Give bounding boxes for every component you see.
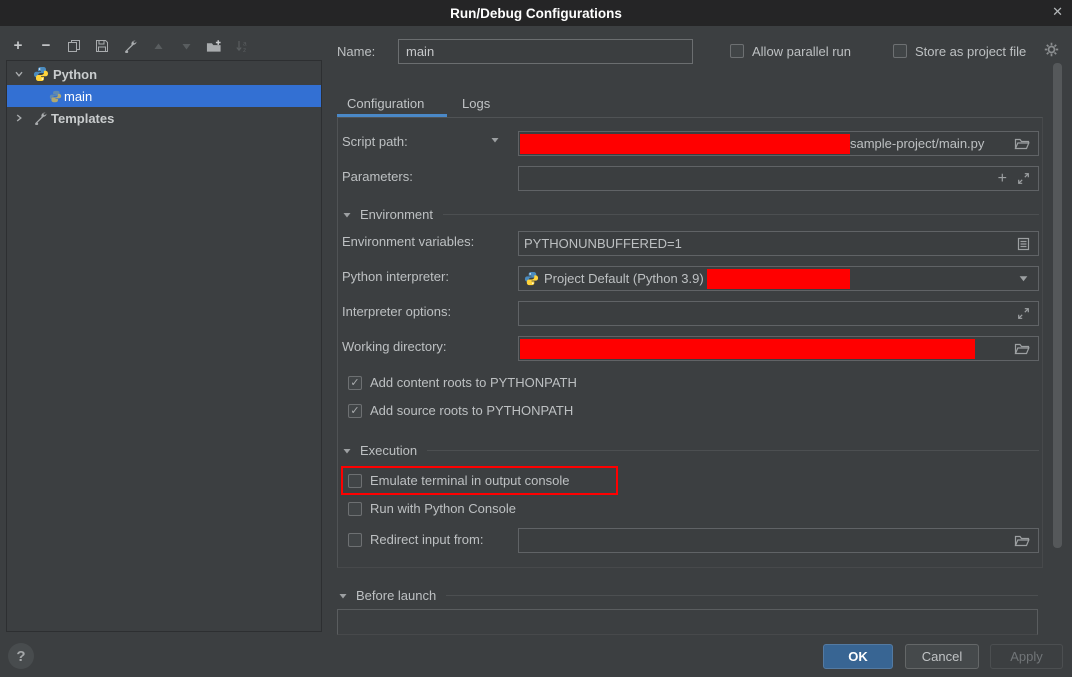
environment-section-header: Environment: [342, 207, 1039, 222]
folder-icon[interactable]: [1014, 342, 1030, 355]
allow-parallel-run-label: Allow parallel run: [752, 44, 851, 59]
edit-templates-icon[interactable]: [122, 38, 138, 54]
python-interpreter-combobox[interactable]: Project Default (Python 3.9): [518, 266, 1039, 291]
configurations-tree: Python main Templates: [6, 60, 322, 632]
section-title: Execution: [360, 443, 417, 458]
chevron-down-icon[interactable]: [490, 135, 500, 145]
move-up-icon[interactable]: [150, 38, 166, 54]
before-launch-task-list[interactable]: [337, 609, 1038, 635]
edit-list-icon[interactable]: [1017, 237, 1030, 251]
close-icon[interactable]: ✕: [1052, 4, 1063, 20]
redirect-input-checkbox[interactable]: [348, 533, 362, 547]
emulate-terminal-checkbox[interactable]: [348, 474, 362, 488]
section-title: Environment: [360, 207, 433, 222]
folder-icon[interactable]: [1014, 534, 1030, 547]
add-source-roots-label: Add source roots to PYTHONPATH: [370, 403, 573, 418]
add-content-roots-label: Add content roots to PYTHONPATH: [370, 375, 577, 390]
help-button[interactable]: ?: [8, 643, 34, 669]
allow-parallel-run-checkbox[interactable]: [730, 44, 744, 58]
script-path-label: Script path:: [342, 134, 408, 149]
environment-variables-value: PYTHONUNBUFFERED=1: [524, 236, 682, 251]
dialog-title: Run/Debug Configurations: [450, 6, 622, 21]
working-directory-field[interactable]: [518, 336, 1039, 361]
store-as-project-file-checkbox[interactable]: [893, 44, 907, 58]
redacted-value: [520, 134, 850, 154]
python-icon: [49, 90, 62, 103]
ok-button[interactable]: OK: [823, 644, 893, 669]
section-rule: [446, 595, 1038, 596]
name-input[interactable]: [398, 39, 693, 64]
collapse-icon[interactable]: [342, 210, 352, 220]
cancel-button[interactable]: Cancel: [905, 644, 979, 669]
plus-icon[interactable]: +: [998, 170, 1007, 188]
tree-item-templates[interactable]: Templates: [7, 107, 321, 129]
copy-configuration-icon[interactable]: [66, 38, 82, 54]
redacted-value: [520, 339, 975, 359]
expand-icon[interactable]: [1017, 307, 1030, 320]
add-content-roots-row: ✓ Add content roots to PYTHONPATH: [348, 375, 577, 390]
tree-item-label: Templates: [51, 111, 114, 126]
folder-icon[interactable]: [1014, 137, 1030, 150]
configurations-toolbar: + − az: [10, 36, 250, 56]
script-path-value: sample-project/main.py: [850, 136, 984, 151]
new-folder-icon[interactable]: [206, 38, 222, 54]
parameters-label: Parameters:: [342, 169, 413, 184]
environment-variables-label: Environment variables:: [342, 234, 474, 249]
tree-item-label: Python: [53, 67, 97, 82]
title-bar: Run/Debug Configurations: [0, 0, 1072, 26]
tree-item-label: main: [64, 89, 92, 104]
add-configuration-icon[interactable]: +: [10, 38, 26, 54]
save-configuration-icon[interactable]: [94, 38, 110, 54]
environment-variables-field[interactable]: PYTHONUNBUFFERED=1: [518, 231, 1039, 256]
emulate-terminal-highlight: Emulate terminal in output console: [341, 466, 618, 495]
svg-text:z: z: [243, 47, 246, 53]
interpreter-options-field[interactable]: [518, 301, 1039, 326]
chevron-right-icon[interactable]: [13, 113, 25, 123]
add-source-roots-checkbox[interactable]: ✓: [348, 404, 362, 418]
working-directory-label: Working directory:: [342, 339, 447, 354]
name-label: Name:: [337, 44, 375, 59]
section-rule: [443, 214, 1039, 215]
remove-configuration-icon[interactable]: −: [38, 38, 54, 54]
run-with-python-console-checkbox[interactable]: [348, 502, 362, 516]
dropdown-arrow-icon[interactable]: [1018, 273, 1029, 284]
tree-item-main[interactable]: main: [7, 85, 321, 107]
run-with-python-console-row: Run with Python Console: [348, 501, 516, 516]
run-with-python-console-label: Run with Python Console: [370, 501, 516, 516]
execution-section-header: Execution: [342, 443, 1039, 458]
interpreter-options-label: Interpreter options:: [342, 304, 451, 319]
collapse-icon[interactable]: [338, 591, 348, 601]
python-interpreter-value: Project Default (Python 3.9): [544, 271, 704, 286]
section-rule: [427, 450, 1039, 451]
wrench-icon: [33, 111, 47, 125]
python-icon: [33, 66, 49, 82]
parameters-field[interactable]: +: [518, 166, 1039, 191]
tab-configuration[interactable]: Configuration: [347, 96, 424, 111]
add-content-roots-checkbox[interactable]: ✓: [348, 376, 362, 390]
add-source-roots-row: ✓ Add source roots to PYTHONPATH: [348, 403, 573, 418]
apply-button[interactable]: Apply: [990, 644, 1063, 669]
store-as-project-file-label: Store as project file: [915, 44, 1026, 59]
before-launch-section-header: Before launch: [338, 588, 1038, 603]
collapse-icon[interactable]: [342, 446, 352, 456]
tab-logs[interactable]: Logs: [462, 96, 490, 111]
redirect-input-row: Redirect input from:: [348, 532, 483, 547]
emulate-terminal-label: Emulate terminal in output console: [370, 473, 569, 488]
gear-icon[interactable]: [1044, 42, 1059, 57]
redirect-input-field[interactable]: [518, 528, 1039, 553]
python-interpreter-label: Python interpreter:: [342, 269, 449, 284]
script-path-field[interactable]: sample-project/main.py: [518, 131, 1039, 156]
chevron-down-icon[interactable]: [13, 69, 25, 79]
vertical-scrollbar-thumb[interactable]: [1053, 63, 1062, 548]
section-title: Before launch: [356, 588, 436, 603]
expand-icon[interactable]: [1017, 172, 1030, 185]
move-down-icon[interactable]: [178, 38, 194, 54]
redirect-input-label: Redirect input from:: [370, 532, 483, 547]
sort-alphabetically-icon[interactable]: az: [234, 38, 250, 54]
configuration-form: Script path: sample-project/main.py Para…: [337, 117, 1043, 568]
run-debug-configurations-dialog: Run/Debug Configurations ✕ + − az: [0, 0, 1072, 677]
python-icon: [524, 271, 539, 286]
redacted-value: [707, 269, 850, 289]
tree-item-python[interactable]: Python: [7, 63, 321, 85]
